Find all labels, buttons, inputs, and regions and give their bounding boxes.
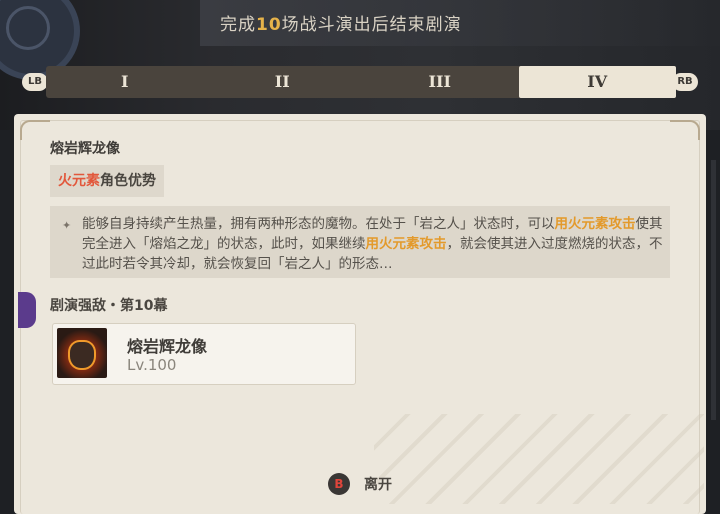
element-name: 火元素	[58, 173, 100, 189]
boss-description: 能够自身持续产生热量，拥有两种形态的魔物。在处于「岩之人」状态时，可以用火元素攻…	[82, 216, 663, 272]
objective-text: 完成10场战斗演出后结束剧演	[220, 15, 462, 35]
enemy-card[interactable]: 熔岩辉龙像 Lv.100	[52, 323, 356, 385]
enemy-level: Lv.100	[127, 356, 177, 374]
rb-button[interactable]: RB	[672, 73, 698, 91]
act-tabs: I II III IV	[46, 66, 676, 98]
enemy-name: 熔岩辉龙像	[127, 337, 208, 356]
b-button-icon: B	[328, 473, 350, 495]
element-advantage-badge: 火元素角色优势	[50, 165, 164, 197]
leave-button[interactable]: B 离开	[328, 472, 392, 496]
boss-title: 熔岩辉龙像	[50, 141, 120, 157]
lb-button[interactable]: LB	[22, 73, 48, 91]
tab-act-4[interactable]: IV	[518, 66, 676, 98]
act-tabbar: LB I II III IV RB	[22, 66, 700, 98]
corner-ornament-icon	[20, 120, 50, 140]
tab-act-3[interactable]: III	[361, 66, 519, 98]
purple-ornament-icon	[18, 292, 36, 328]
boss-description-box: ✦ 能够自身持续产生热量，拥有两种形态的魔物。在处于「岩之人」状态时，可以用火元…	[50, 206, 670, 278]
tab-act-1[interactable]: I	[46, 66, 204, 98]
section-title: 剧演强敌・第10幕	[50, 298, 168, 314]
tab-act-2[interactable]: II	[204, 66, 362, 98]
objective-count: 10	[256, 15, 282, 35]
corner-ornament-icon	[670, 120, 700, 140]
diamond-bullet-icon: ✦	[62, 219, 72, 232]
enemy-portrait	[57, 328, 107, 378]
background-pattern	[374, 414, 704, 504]
dragon-icon	[70, 342, 94, 368]
side-scrollbar	[711, 160, 716, 420]
leave-label: 离开	[364, 477, 392, 493]
